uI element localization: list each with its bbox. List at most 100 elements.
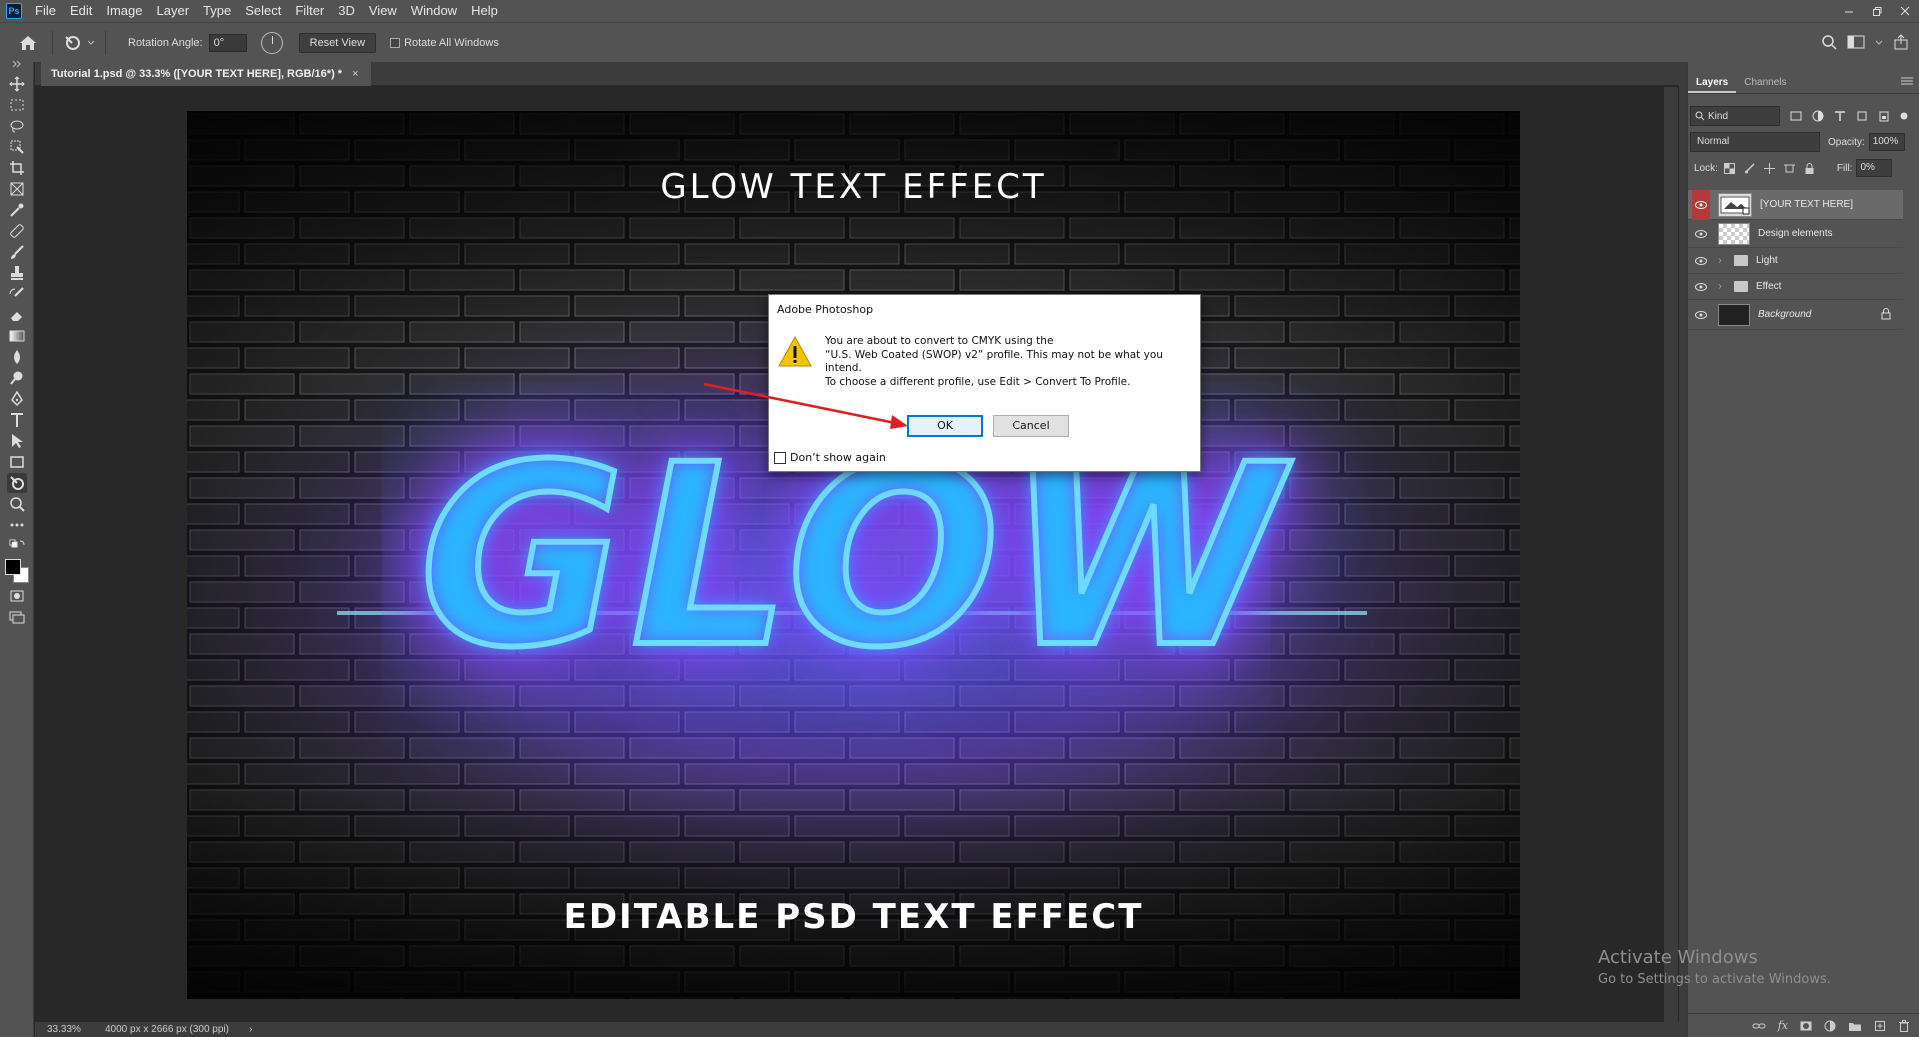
menu-filter[interactable]: Filter: [288, 0, 331, 22]
menu-image[interactable]: Image: [99, 0, 149, 22]
ok-button[interactable]: OK: [907, 415, 983, 437]
menu-layer[interactable]: Layer: [150, 0, 197, 22]
expand-chevron-icon[interactable]: ›: [1714, 255, 1726, 266]
rectangle-tool-icon[interactable]: [7, 452, 27, 472]
object-selection-tool-icon[interactable]: [7, 137, 27, 157]
artboard[interactable]: GLOW TEXT EFFECT GLOW GLOW EDITABLE PSD …: [187, 111, 1520, 999]
rotation-angle-input[interactable]: 0°: [208, 33, 247, 52]
rotate-view-tool-icon[interactable]: [7, 473, 27, 493]
eye-icon[interactable]: [1692, 220, 1710, 248]
fx-icon[interactable]: fx: [1778, 1019, 1788, 1032]
eyedropper-tool-icon[interactable]: [7, 200, 27, 220]
delete-layer-icon[interactable]: [1898, 1019, 1910, 1032]
quick-mask-icon[interactable]: [7, 586, 27, 606]
lock-transparency-icon[interactable]: [1723, 162, 1735, 174]
layer-kind-filter[interactable]: Kind: [1690, 106, 1780, 126]
brush-tool-icon[interactable]: [7, 242, 27, 262]
menu-view[interactable]: View: [362, 0, 404, 22]
menu-type[interactable]: Type: [196, 0, 238, 22]
close-tab-icon[interactable]: ×: [352, 62, 358, 86]
shape-filter-icon[interactable]: [1856, 110, 1868, 122]
link-layers-icon[interactable]: [1752, 1021, 1766, 1031]
dodge-tool-icon[interactable]: [7, 368, 27, 388]
fill-input[interactable]: 0%: [1856, 159, 1893, 177]
add-mask-icon[interactable]: [1800, 1020, 1812, 1032]
pen-tool-icon[interactable]: [7, 389, 27, 409]
lock-pixels-icon[interactable]: [1744, 162, 1755, 174]
tab-document[interactable]: Tutorial 1.psd @ 33.3% ([YOUR TEXT HERE]…: [41, 62, 371, 86]
menu-help[interactable]: Help: [464, 0, 505, 22]
dialog-message: You are about to convert to CMYK using t…: [825, 335, 1195, 389]
lock-position-icon[interactable]: [1763, 162, 1775, 174]
blend-mode-select[interactable]: Normal: [1690, 132, 1820, 152]
type-filter-icon[interactable]: [1834, 110, 1846, 122]
move-tool-icon[interactable]: [7, 74, 27, 94]
type-tool-icon[interactable]: [7, 410, 27, 430]
close-icon[interactable]: [1891, 0, 1919, 22]
smart-object-filter-icon[interactable]: [1878, 110, 1890, 122]
panel-collapse-strip[interactable]: [1679, 62, 1687, 1037]
layer-group-row[interactable]: › Effect: [1688, 274, 1903, 300]
rotate-view-tool-preset[interactable]: [63, 34, 95, 52]
eye-icon[interactable]: [1692, 300, 1710, 330]
more-tools-icon[interactable]: [7, 515, 27, 535]
cancel-button[interactable]: Cancel: [993, 415, 1069, 437]
zoom-tool-icon[interactable]: [7, 494, 27, 514]
menu-edit[interactable]: Edit: [63, 0, 99, 22]
share-icon[interactable]: [1893, 33, 1909, 53]
tab-channels[interactable]: Channels: [1736, 72, 1794, 93]
expand-chevron-icon[interactable]: ›: [1714, 281, 1726, 292]
path-selection-tool-icon[interactable]: [7, 431, 27, 451]
eye-icon[interactable]: [1692, 274, 1710, 300]
chevron-down-icon[interactable]: [1875, 37, 1883, 49]
healing-brush-tool-icon[interactable]: [7, 221, 27, 241]
eraser-tool-icon[interactable]: [7, 305, 27, 325]
screen-mode-icon[interactable]: [7, 607, 27, 627]
status-menu-arrow[interactable]: ›: [249, 1024, 252, 1035]
rotation-dial[interactable]: [260, 31, 283, 54]
blur-tool-icon[interactable]: [7, 347, 27, 367]
tab-layers[interactable]: Layers: [1688, 72, 1737, 93]
search-icon[interactable]: [1821, 34, 1837, 53]
adjustment-filter-icon[interactable]: [1812, 110, 1824, 122]
history-brush-tool-icon[interactable]: [7, 284, 27, 304]
clone-stamp-tool-icon[interactable]: [7, 263, 27, 283]
layer-row[interactable]: Design elements: [1688, 220, 1903, 248]
gradient-tool-icon[interactable]: [7, 326, 27, 346]
new-group-icon[interactable]: [1848, 1020, 1862, 1032]
layer-row[interactable]: [YOUR TEXT HERE]: [1688, 189, 1903, 220]
menu-select[interactable]: Select: [238, 0, 288, 22]
eye-icon[interactable]: [1692, 189, 1710, 220]
opacity-input[interactable]: 100%: [1868, 133, 1905, 151]
zoom-level[interactable]: 33.33%: [35, 1024, 89, 1035]
lasso-tool-icon[interactable]: [7, 116, 27, 136]
adjustment-layer-icon[interactable]: [1824, 1020, 1836, 1032]
menu-3d[interactable]: 3D: [331, 0, 362, 22]
menu-window[interactable]: Window: [404, 0, 464, 22]
crop-tool-icon[interactable]: [7, 158, 27, 178]
vertical-scrollbar[interactable]: [1664, 87, 1678, 1022]
lock-artboard-icon[interactable]: [1783, 163, 1795, 174]
home-icon[interactable]: [14, 29, 42, 57]
layer-group-row[interactable]: › Light: [1688, 248, 1903, 274]
marquee-tool-icon[interactable]: [7, 95, 27, 115]
eye-icon[interactable]: [1692, 248, 1710, 274]
collapse-icon[interactable]: [7, 58, 27, 70]
menu-file[interactable]: File: [28, 0, 63, 22]
dont-show-again-checkbox[interactable]: [774, 451, 786, 464]
rotate-all-windows-checkbox[interactable]: [390, 37, 401, 48]
pixel-filter-icon[interactable]: [1790, 110, 1802, 122]
swap-colors-icon[interactable]: [7, 536, 27, 556]
foreground-color-swatch[interactable]: [5, 559, 21, 575]
frame-tool-icon[interactable]: [7, 179, 27, 199]
new-layer-icon[interactable]: [1874, 1020, 1886, 1032]
layer-row[interactable]: Background: [1688, 300, 1903, 330]
lock-all-icon[interactable]: [1804, 162, 1815, 174]
workspace-icon[interactable]: [1847, 35, 1865, 52]
minimize-icon[interactable]: [1835, 0, 1863, 22]
filter-toggle-icon[interactable]: [1900, 112, 1908, 120]
reset-view-button[interactable]: Reset View: [298, 32, 377, 53]
dialog-message-line: You are about to convert to CMYK using t…: [825, 335, 1054, 347]
restore-icon[interactable]: [1863, 0, 1891, 22]
panel-menu-icon[interactable]: [1901, 76, 1913, 89]
